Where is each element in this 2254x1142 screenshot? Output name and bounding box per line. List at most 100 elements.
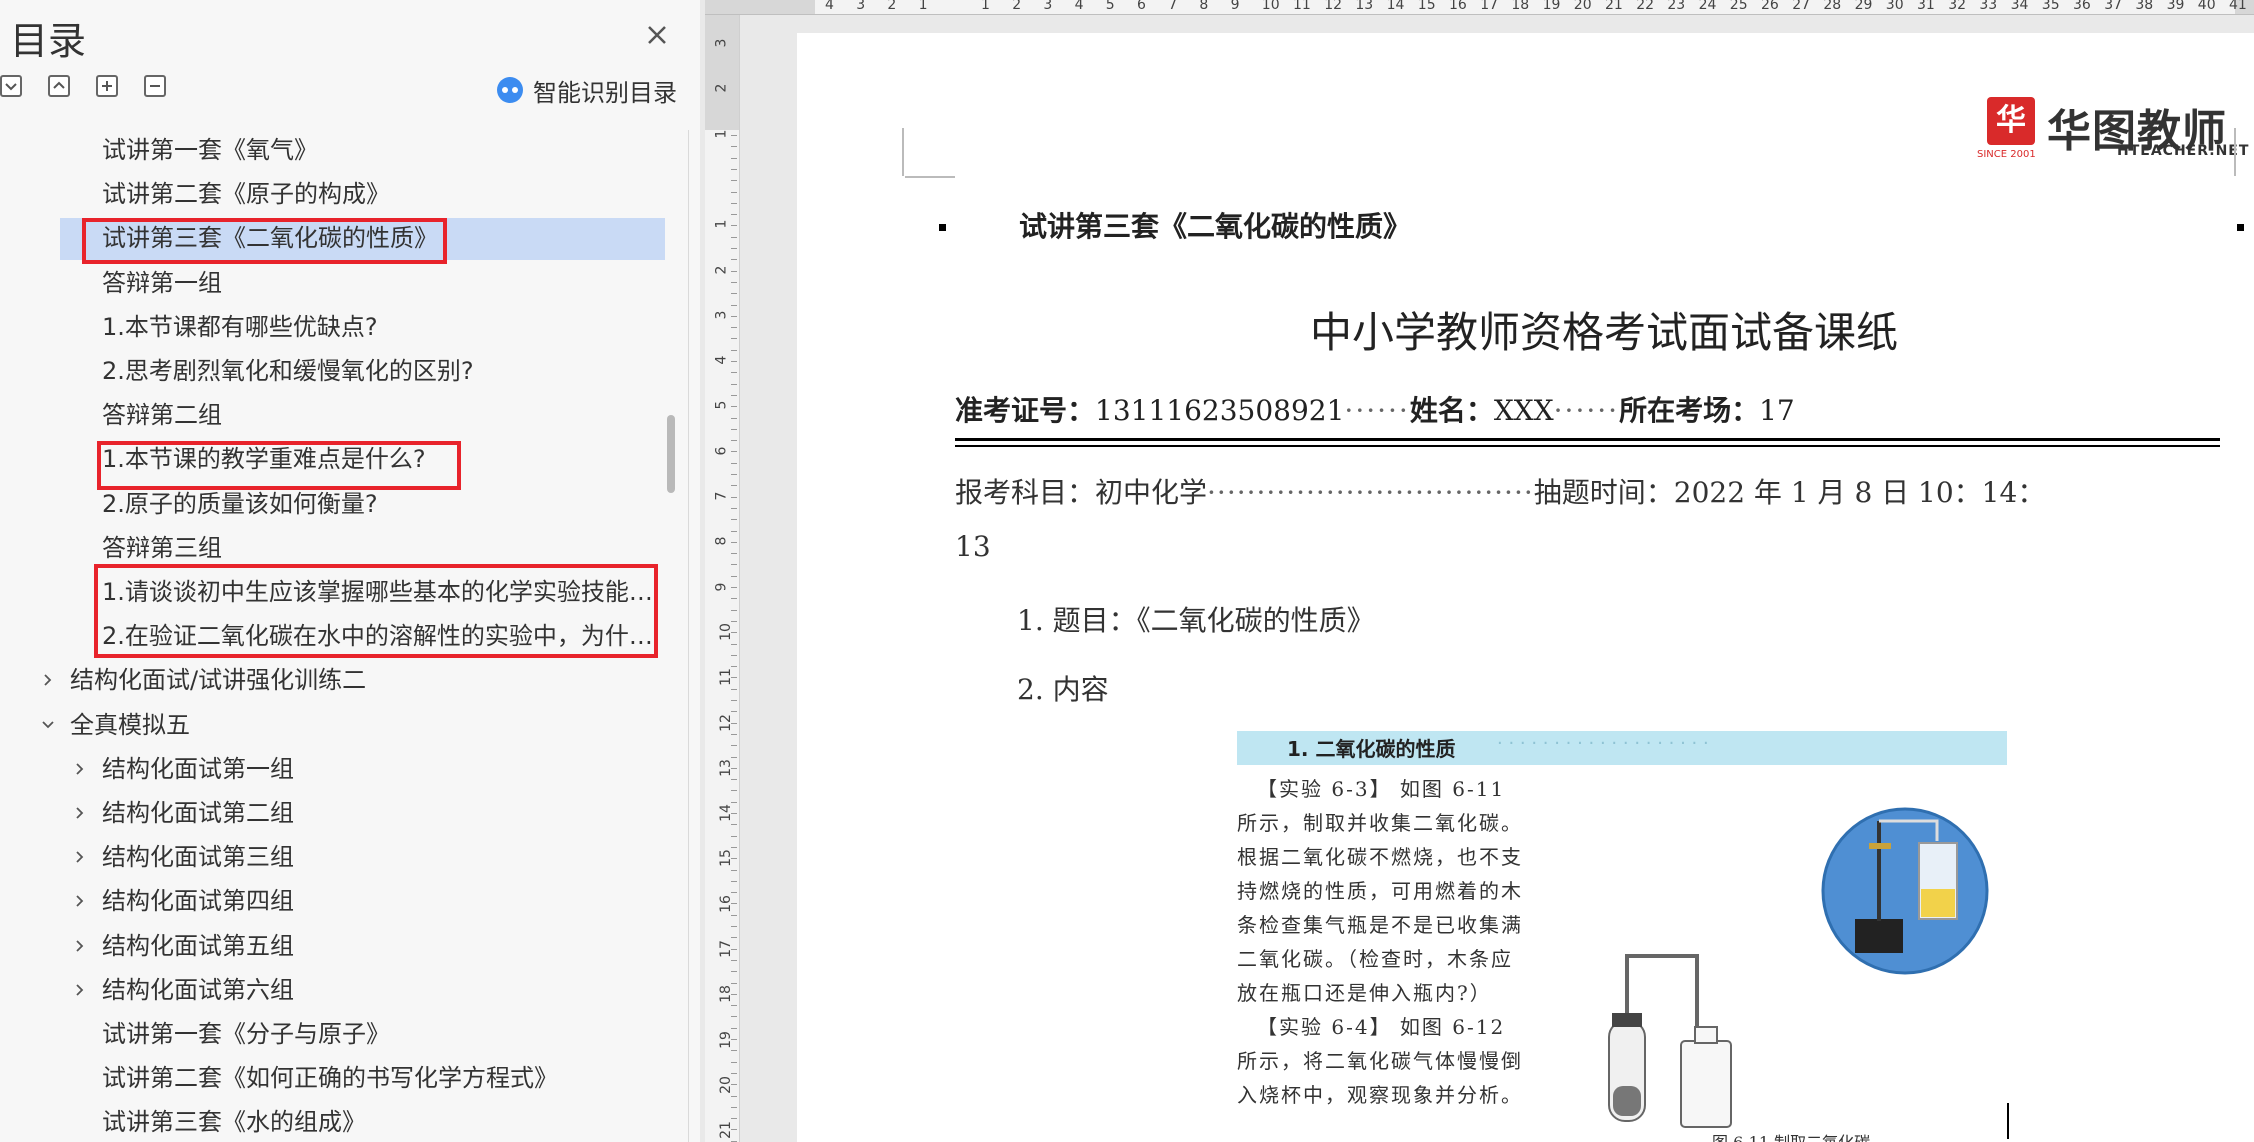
ruler-number: 25 bbox=[1729, 0, 1748, 13]
ruler-number: 1 bbox=[918, 0, 928, 13]
ruler-tick bbox=[731, 270, 737, 272]
remove-icon[interactable] bbox=[144, 75, 166, 97]
ruler-number: 6 bbox=[713, 446, 730, 456]
close-icon[interactable] bbox=[640, 18, 674, 52]
toc-item[interactable]: 试讲第二套《如何正确的书写化学方程式》 bbox=[0, 1058, 680, 1098]
ruler-number: 29 bbox=[1854, 0, 1873, 13]
ruler-number: 1 bbox=[713, 219, 730, 229]
toc-item[interactable]: 试讲第一套《氧气》 bbox=[0, 130, 680, 170]
ruler-tick bbox=[731, 462, 737, 464]
toc-item[interactable]: 1.本节课的教学重难点是什么? bbox=[0, 439, 680, 479]
chevron-right-icon[interactable] bbox=[72, 805, 88, 821]
toc-item-label: 试讲第一套《氧气》 bbox=[102, 136, 318, 164]
toc-item[interactable]: 试讲第二套《原子的构成》 bbox=[0, 174, 680, 214]
vertical-ruler[interactable]: 3 2 1 1 2 3 4 5 6 7 8 9 10 11 12 13 14 15 16 17 18 19 20 21 bbox=[705, 15, 740, 1142]
ruler-tick bbox=[731, 959, 737, 961]
name-label: 姓名： bbox=[1409, 394, 1494, 427]
toc-item[interactable]: 答辩第三组 bbox=[0, 528, 680, 568]
ruler-tick bbox=[731, 1027, 737, 1029]
toc-item-label: 全真模拟五 bbox=[70, 710, 190, 739]
ruler-tick bbox=[731, 338, 737, 340]
toc-item-label: 试讲第二套《如何正确的书写化学方程式》 bbox=[102, 1064, 558, 1093]
ruler-number: 21 bbox=[1605, 0, 1623, 13]
smart-recognize-toc-button[interactable]: 智能识别目录 bbox=[495, 73, 677, 107]
toc-item[interactable]: 答辩第二组 bbox=[0, 395, 680, 435]
toc-item[interactable]: 2.思考剧烈氧化和缓慢氧化的区别? bbox=[0, 351, 680, 391]
ruler-number: 5 bbox=[1105, 0, 1115, 13]
toc-item[interactable]: 全真模拟五 bbox=[0, 705, 680, 745]
chevron-right-icon[interactable] bbox=[72, 893, 88, 909]
add-icon[interactable] bbox=[96, 75, 118, 97]
brand-logo: 华 SINCE 2001 华图教师 HTEACHER.NET bbox=[1977, 93, 2250, 163]
ruler-number: 3 bbox=[856, 0, 866, 13]
toc-item[interactable]: 试讲第三套《水的组成》 bbox=[0, 1102, 680, 1142]
ruler-tick bbox=[731, 417, 737, 419]
document-page[interactable]: 华 SINCE 2001 华图教师 HTEACHER.NET 试讲第三套《二氧化… bbox=[797, 33, 2254, 1142]
chevron-right-icon[interactable] bbox=[72, 849, 88, 865]
chevron-right-icon[interactable] bbox=[72, 982, 88, 998]
logo-url: HTEACHER.NET bbox=[2117, 143, 2250, 159]
toc-item[interactable]: 1.本节课都有哪些优缺点? bbox=[0, 307, 680, 347]
ruler-tick bbox=[731, 259, 737, 261]
ruler-tick bbox=[731, 869, 737, 871]
textbook-figure[interactable]: · · · · · · · · · · · · · · · · · · · 1.… bbox=[1237, 731, 2007, 1142]
chevron-down-icon[interactable] bbox=[40, 717, 56, 733]
ruler-number: 20 bbox=[1573, 0, 1592, 13]
ruler-number: 30 bbox=[1885, 0, 1904, 13]
toc-item[interactable]: 2.原子的质量该如何衡量? bbox=[0, 484, 680, 524]
toc-item[interactable]: 试讲第三套《二氧化碳的性质》 bbox=[0, 218, 680, 261]
toc-item[interactable]: 结构化面试第三组 bbox=[0, 837, 680, 877]
ai-icon bbox=[497, 77, 523, 103]
double-rule-bottom bbox=[955, 445, 2220, 447]
figure-text-line: 【实验 6-4】 如图 6-12 bbox=[1257, 1015, 1506, 1039]
crop-mark bbox=[902, 128, 904, 176]
ruler-tick bbox=[731, 1084, 737, 1086]
toc-item[interactable]: 结构化面试第一组 bbox=[0, 749, 680, 789]
ruler-number: 16 bbox=[1449, 0, 1467, 13]
ruler-tick bbox=[731, 157, 737, 159]
ruler-number: 5 bbox=[713, 400, 730, 410]
toc-item[interactable]: 1.请谈谈初中生应该掌握哪些基本的化学实验技能… bbox=[0, 572, 680, 612]
ruler-tick bbox=[731, 281, 737, 283]
toc-item[interactable]: 答辩第一组 bbox=[0, 263, 680, 303]
draw-time-wrap: 13 bbox=[955, 530, 991, 563]
ruler-tick bbox=[731, 236, 737, 238]
ruler-tick bbox=[731, 135, 737, 136]
chevron-right-icon[interactable] bbox=[72, 761, 88, 777]
chevron-right-icon[interactable] bbox=[40, 672, 56, 688]
toc-item-label: 试讲第三套《二氧化碳的性质》 bbox=[102, 224, 438, 253]
chevron-right-icon[interactable] bbox=[72, 938, 88, 954]
exam-info-line: 准考证号：13111623508921······姓名：XXX······所在考… bbox=[955, 394, 1795, 427]
ruler-number: 15 bbox=[1417, 0, 1436, 13]
toc-item[interactable]: 结构化面试第二组 bbox=[0, 793, 680, 833]
toc-item-label: 答辩第二组 bbox=[102, 401, 222, 430]
toc-item-label: 2.思考剧烈氧化和缓慢氧化的区别? bbox=[102, 357, 474, 385]
figure-text-line: 根据二氧化碳不燃烧，也不支 bbox=[1237, 845, 1523, 869]
toc-scrollbar[interactable] bbox=[667, 415, 675, 493]
toc-item-label: 试讲第二套《原子的构成》 bbox=[102, 180, 390, 209]
ruler-number: 3 bbox=[713, 38, 730, 48]
toc-item[interactable]: 结构化面试第四组 bbox=[0, 881, 680, 921]
ruler-tick bbox=[731, 779, 737, 781]
toc-item[interactable]: 结构化面试第六组 bbox=[0, 970, 680, 1010]
collapse-up-icon[interactable] bbox=[48, 75, 70, 97]
toc-item[interactable]: 结构化面试/试讲强化训练二 bbox=[0, 660, 680, 700]
ruler-tick bbox=[731, 191, 737, 193]
toc-item[interactable]: 试讲第一套《分子与原子》 bbox=[0, 1014, 680, 1054]
ruler-tick bbox=[731, 1095, 737, 1097]
ruler-tick bbox=[731, 892, 737, 894]
draw-time-label: 抽题时间： bbox=[1533, 476, 1674, 509]
ruler-tick bbox=[731, 315, 737, 317]
collapse-down-icon[interactable] bbox=[0, 75, 22, 97]
ruler-number: 6 bbox=[1137, 0, 1146, 13]
toc-item[interactable]: 结构化面试第五组 bbox=[0, 926, 680, 966]
ruler-tick bbox=[731, 394, 737, 396]
horizontal-ruler[interactable]: 4 3 2 1 1 2 3 4 5 6 7 8 9 10 11 12 13 14 15 16 17 18 19 20 21 22 2… bbox=[705, 0, 2254, 15]
ruler-number: 11 bbox=[1293, 0, 1311, 13]
toc-item[interactable]: 2.在验证二氧化碳在水中的溶解性的实验中，为什… bbox=[0, 616, 680, 656]
smart-recognize-label: 智能识别目录 bbox=[533, 78, 677, 107]
site-value: 17 bbox=[1759, 394, 1795, 427]
ruler-tick bbox=[731, 485, 737, 487]
toc-item-label: 1.本节课的教学重难点是什么? bbox=[102, 445, 426, 474]
ruler-tick bbox=[731, 722, 737, 724]
